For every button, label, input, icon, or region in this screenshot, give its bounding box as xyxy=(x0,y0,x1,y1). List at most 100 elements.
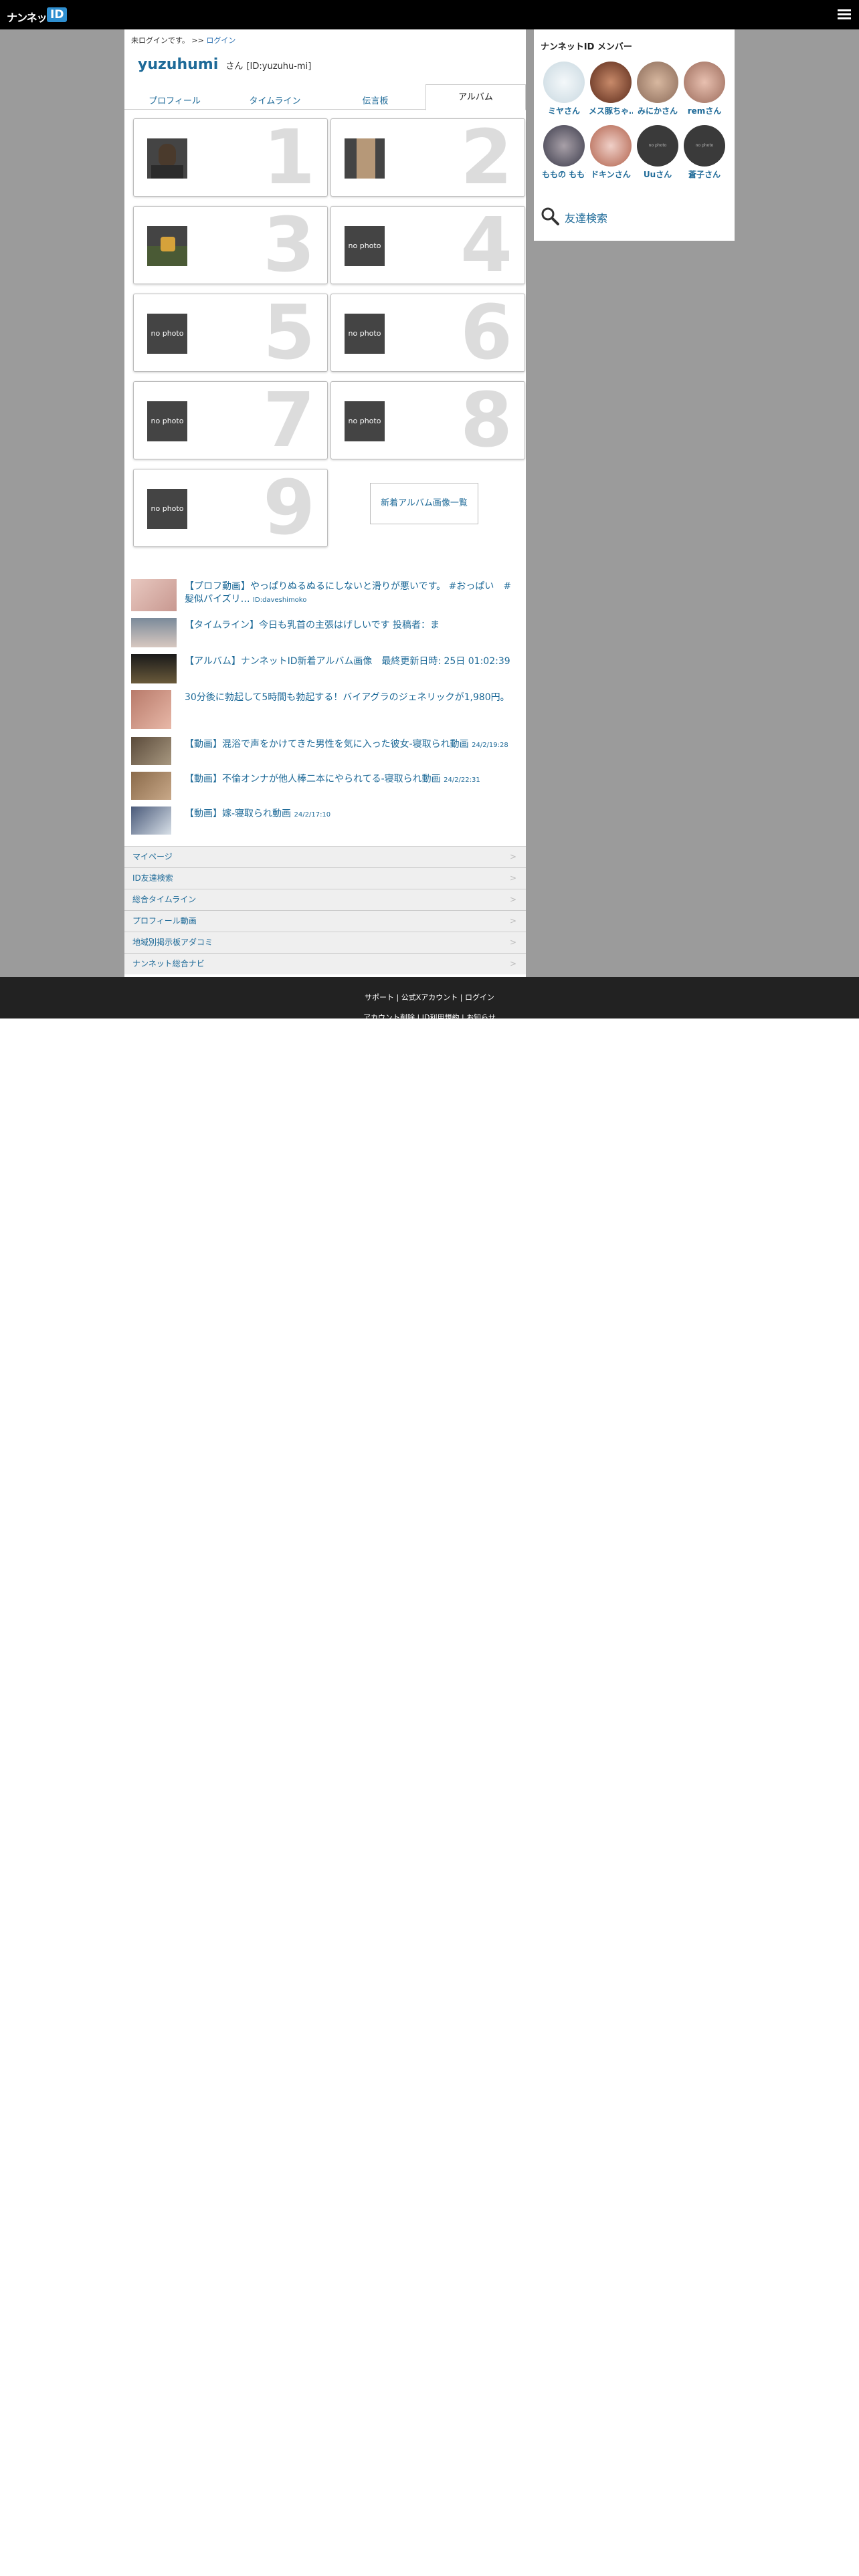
news-link[interactable]: 【プロフ動画】やっぱりぬるぬるにしないと滑りが悪いです。 #おっぱい #髪似パイ… xyxy=(185,580,519,607)
album-number: 2 xyxy=(460,114,512,201)
new-album-images-link[interactable]: 新着アルバム画像一覧 xyxy=(370,483,478,524)
chevron-right-icon: > xyxy=(509,895,516,904)
news-thumbnail xyxy=(131,618,177,647)
album-card-9[interactable]: no photo 9 xyxy=(133,465,328,552)
member-card[interactable]: remさん xyxy=(682,62,727,116)
login-arrow: >> xyxy=(191,36,204,45)
footer-links-row-1: サポート | 公式Xアカウント | ログイン xyxy=(0,992,859,1002)
member-name: メス豚ちゃ… xyxy=(589,106,633,116)
album-card-5[interactable]: no photo 5 xyxy=(133,294,328,372)
news-link[interactable]: 30分後に勃起して5時間も勃起する！バイアグラのジェネリックが1,980円。 xyxy=(185,691,519,705)
news-thumbnail xyxy=(131,772,171,800)
album-number: 8 xyxy=(460,377,512,464)
news-thumbnail xyxy=(131,579,177,611)
news-link[interactable]: 【動画】嫁-寝取られ動画 24/2/17:10 xyxy=(185,808,519,821)
album-number: 6 xyxy=(460,290,512,377)
nav-item-id-friend-search[interactable]: ID友達検索 > xyxy=(124,867,526,889)
hamburger-menu-icon[interactable] xyxy=(838,9,851,20)
footer-link-news[interactable]: お知らせ xyxy=(466,1013,496,1022)
nav-item-regional-board[interactable]: 地域別掲示板アダコミ > xyxy=(124,932,526,953)
member-name: ミヤさん xyxy=(547,106,580,116)
avatar-no-photo: no photo xyxy=(637,125,678,167)
sidebar-title: ナンネットID メンバー xyxy=(541,42,632,52)
album-thumbnail xyxy=(147,138,187,179)
news-item[interactable]: 【動画】嫁-寝取られ動画 24/2/17:10 xyxy=(131,807,519,839)
tab-profile[interactable]: プロフィール xyxy=(124,94,225,110)
news-thumbnail xyxy=(131,737,171,765)
news-item[interactable]: 【プロフ動画】やっぱりぬるぬるにしないと滑りが悪いです。 #おっぱい #髪似パイ… xyxy=(131,579,519,611)
avatar xyxy=(637,62,678,103)
tab-album[interactable]: アルバム xyxy=(425,84,526,110)
member-card[interactable]: みにかさん xyxy=(636,62,680,116)
nav-item-profile-videos[interactable]: プロフィール動画 > xyxy=(124,910,526,932)
member-card[interactable]: ドキンさん xyxy=(589,125,633,180)
nav-item-mypage[interactable]: マイページ > xyxy=(124,846,526,867)
album-thumbnail xyxy=(147,226,187,266)
news-item[interactable]: 【動画】不倫オンナが他人棒二本にやられてる-寝取られ動画 24/2/22:31 xyxy=(131,772,519,804)
album-thumbnail-no-photo: no photo xyxy=(345,401,385,441)
site-logo[interactable]: ナンネット ID xyxy=(7,7,75,24)
nav-item-general-timeline[interactable]: 総合タイムライン > xyxy=(124,889,526,910)
footer-link-support[interactable]: サポート xyxy=(365,993,394,1002)
member-card[interactable]: メス豚ちゃ… xyxy=(589,62,633,116)
footer-copyright: © ナンネット All rights reserved. xyxy=(375,1037,484,1045)
member-card[interactable]: ミヤさん xyxy=(542,62,586,116)
login-notice: 未ログインです。 >> ログイン xyxy=(131,35,235,45)
album-card-3[interactable]: 3 xyxy=(133,206,328,285)
album-thumbnail-no-photo: no photo xyxy=(147,489,187,529)
news-item[interactable]: 【アルバム】ナンネットID新着アルバム画像 最終更新日時: 25日 01:02:… xyxy=(131,654,519,686)
footer-link-delete-account[interactable]: アカウント削除 xyxy=(363,1013,415,1022)
avatar xyxy=(543,125,585,167)
tab-message-board[interactable]: 伝言板 xyxy=(325,94,425,110)
member-name: 蒼子さん xyxy=(688,170,721,179)
album-thumbnail-no-photo: no photo xyxy=(147,401,187,441)
album-card-6[interactable]: no photo 6 xyxy=(330,294,525,372)
album-card-7[interactable]: no photo 7 xyxy=(133,377,328,464)
member-card[interactable]: ももの ももさん xyxy=(542,125,586,180)
album-thumbnail-no-photo: no photo xyxy=(345,226,385,266)
member-name: みにかさん xyxy=(637,106,678,116)
member-card[interactable]: no photo Uuさん xyxy=(636,125,680,180)
album-card-4[interactable]: no photo 4 xyxy=(330,206,525,285)
user-id: [ID:yuzuhu-mi] xyxy=(246,62,312,72)
chevron-right-icon: > xyxy=(509,938,516,947)
search-icon xyxy=(541,207,559,225)
member-card[interactable]: no photo 蒼子さん xyxy=(682,125,727,180)
user-heading: yuzuhumi さん [ID:yuzuhu-mi] xyxy=(138,56,311,73)
news-thumbnail xyxy=(131,807,171,835)
footer-link-official-x[interactable]: 公式Xアカウント xyxy=(401,993,458,1002)
news-link[interactable]: 【アルバム】ナンネットID新着アルバム画像 最終更新日時: 25日 01:02:… xyxy=(185,655,519,669)
album-card-8[interactable]: no photo 8 xyxy=(330,377,525,464)
avatar xyxy=(590,62,632,103)
chevron-right-icon: > xyxy=(509,852,516,861)
tab-timeline[interactable]: タイムライン xyxy=(225,94,325,110)
member-name: ももの ももさん xyxy=(542,170,586,179)
album-number: 7 xyxy=(263,377,315,464)
news-link[interactable]: 【タイムライン】今日も乳首の主張はげしいです 投稿者：ま xyxy=(185,619,519,633)
avatar xyxy=(590,125,632,167)
news-item[interactable]: 【動画】混浴で声をかけてきた男性を気に入った彼女-寝取られ動画 24/2/19:… xyxy=(131,737,519,769)
member-sidebar: ナンネットID メンバー ミヤさん メス豚ちゃ… みにかさん remさん ももの… xyxy=(534,29,735,241)
chevron-right-icon: > xyxy=(509,873,516,883)
news-link[interactable]: 【動画】不倫オンナが他人棒二本にやられてる-寝取られ動画 24/2/22:31 xyxy=(185,773,519,786)
album-number: 5 xyxy=(263,290,315,377)
login-link[interactable]: ログイン xyxy=(206,36,235,45)
news-item[interactable]: 【タイムライン】今日も乳首の主張はげしいです 投稿者：ま xyxy=(131,618,519,650)
footer-link-login[interactable]: ログイン xyxy=(465,993,494,1002)
footer-separator: | xyxy=(396,993,399,1002)
news-link[interactable]: 【動画】混浴で声をかけてきた男性を気に入った彼女-寝取られ動画 24/2/19:… xyxy=(185,738,519,752)
nav-item-nannet-navi[interactable]: ナンネット総合ナビ > xyxy=(124,953,526,974)
album-thumbnail-no-photo: no photo xyxy=(345,314,385,354)
news-thumbnail xyxy=(131,654,177,683)
member-name: Uuさん xyxy=(643,170,672,179)
album-card-1[interactable]: 1 xyxy=(133,118,328,197)
album-number: 9 xyxy=(263,465,315,552)
avatar xyxy=(543,62,585,103)
album-card-2[interactable]: 2 xyxy=(330,118,525,197)
news-item[interactable]: 30分後に勃起して5時間も勃起する！バイアグラのジェネリックが1,980円。 xyxy=(131,690,519,729)
member-name: remさん xyxy=(687,106,722,116)
footer-separator: | xyxy=(461,1013,464,1022)
chevron-right-icon: > xyxy=(509,959,516,968)
username-suffix: さん xyxy=(225,62,244,72)
footer-link-terms[interactable]: ID利用規約 xyxy=(422,1013,460,1022)
